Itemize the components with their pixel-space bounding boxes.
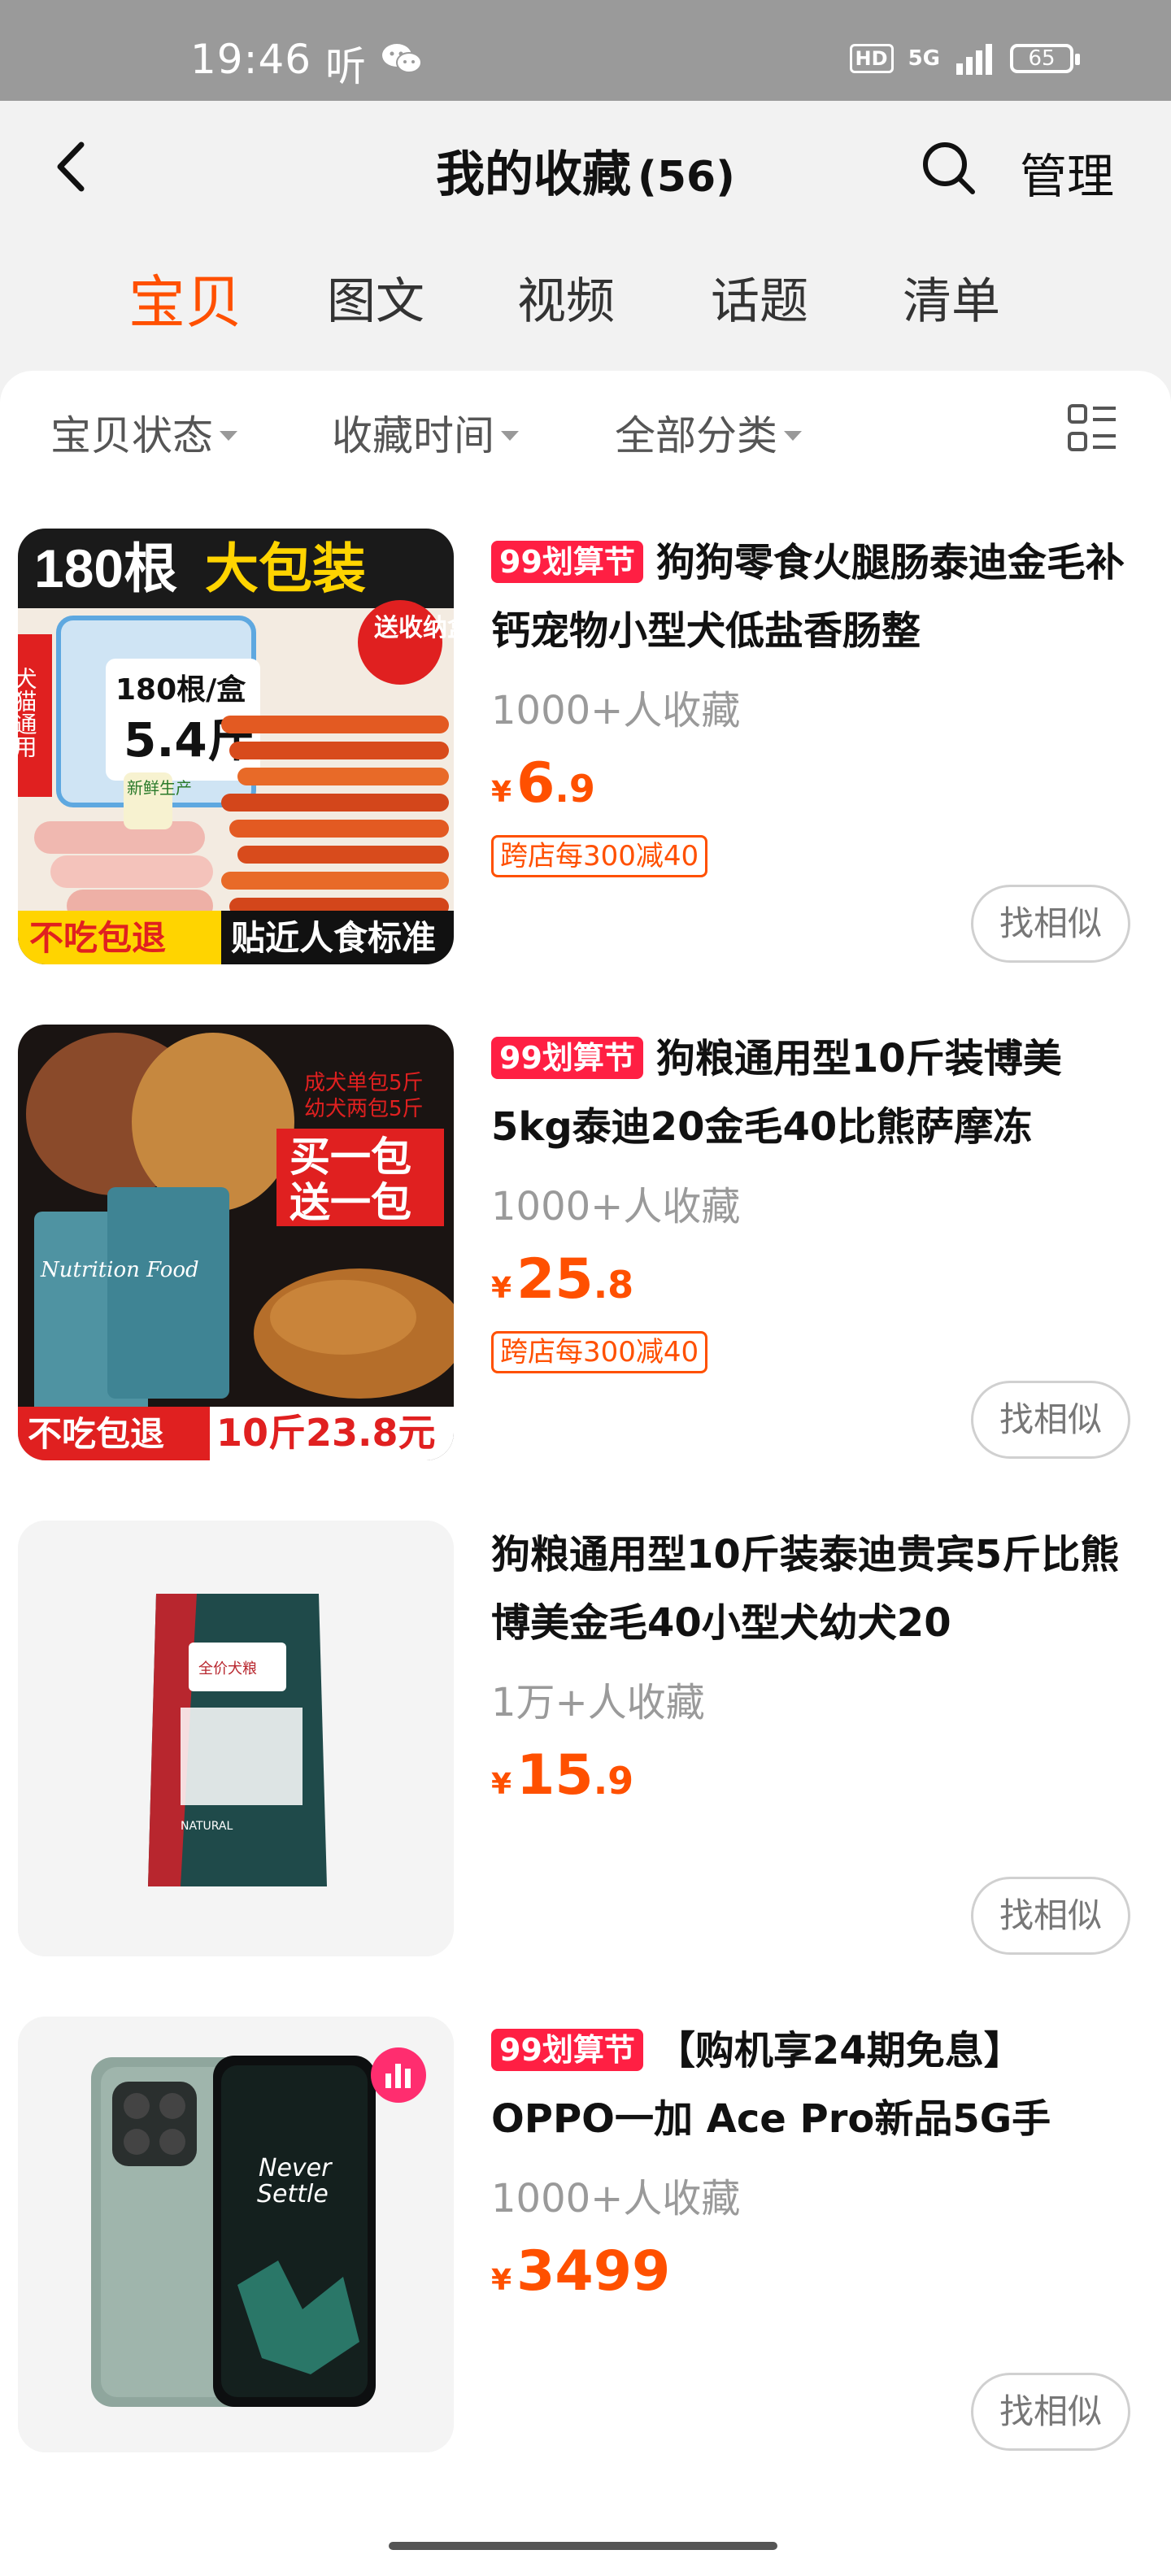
filter-category-label: 全部分类 bbox=[615, 412, 777, 459]
image-fresh-label: 新鲜生产 bbox=[127, 778, 192, 798]
tab-posts[interactable]: 图文 bbox=[327, 262, 424, 333]
coupon-badge: 跨店每300减40 bbox=[491, 835, 708, 877]
favorite-count: 1000+人收藏 bbox=[491, 1184, 741, 1229]
favorite-item[interactable]: 全价犬粮 NATURAL 狗粮通用型10斤装泰迪贵宾5斤比熊博美金毛40小型犬幼… bbox=[0, 1521, 1171, 1976]
item-info: 狗粮通用型10斤装泰迪贵宾5斤比熊博美金毛40小型犬幼犬20 1万+人收藏 ¥1… bbox=[491, 1521, 1142, 1808]
find-similar-button[interactable]: 找相似 bbox=[971, 1877, 1130, 1955]
item-price: ¥3499 bbox=[491, 2239, 1142, 2304]
currency-symbol: ¥ bbox=[491, 1272, 512, 1305]
price-integer: 3499 bbox=[516, 2239, 671, 2304]
signal-icon bbox=[956, 44, 992, 75]
favorite-count: 1万+人收藏 bbox=[491, 1680, 705, 1725]
price-decimal: .9 bbox=[555, 767, 595, 811]
coupon-badge: 跨店每300减40 bbox=[491, 1331, 708, 1373]
page-title: 我的收藏 (56) bbox=[0, 135, 1171, 206]
currency-symbol: ¥ bbox=[491, 2264, 512, 2297]
price-decimal: .9 bbox=[593, 1759, 634, 1803]
price-integer: 15 bbox=[516, 1743, 594, 1808]
image-promo2: 送一包 bbox=[289, 1179, 411, 1226]
caret-down-icon bbox=[784, 430, 802, 441]
image-bottom-right: 贴近人食标准 bbox=[231, 918, 436, 958]
filter-fav-time[interactable]: 收藏时间 bbox=[332, 403, 519, 462]
search-icon[interactable] bbox=[919, 138, 977, 197]
currency-symbol: ¥ bbox=[491, 776, 512, 809]
caret-down-icon bbox=[220, 430, 237, 441]
filter-item-status-label: 宝贝状态 bbox=[50, 412, 213, 459]
image-bag-label: 全价犬粮 bbox=[198, 1660, 257, 1677]
tab-items[interactable]: 宝贝 bbox=[128, 257, 242, 339]
hd-icon: HD bbox=[849, 44, 894, 73]
image-note1: 成犬单包5斤 bbox=[304, 1071, 424, 1095]
filter-bar: 宝贝状态 收藏时间 全部分类 bbox=[0, 403, 1171, 468]
image-headline-b: 大包装 bbox=[205, 537, 366, 600]
find-similar-button[interactable]: 找相似 bbox=[971, 885, 1130, 963]
image-screen-line1: Never bbox=[259, 2154, 333, 2182]
tab-videos[interactable]: 视频 bbox=[517, 262, 615, 333]
image-side-label: 犬猫通用 bbox=[18, 667, 38, 758]
image-screen-line2: Settle bbox=[257, 2180, 329, 2208]
image-headline-a: 180根 bbox=[34, 538, 177, 598]
image-bag-brand: Nutrition Food bbox=[40, 1258, 199, 1282]
image-bag-bottom: NATURAL bbox=[181, 1820, 233, 1833]
price-decimal: .8 bbox=[593, 1263, 634, 1307]
image-bottom-left: 不吃包退 bbox=[29, 918, 166, 958]
find-similar-button[interactable]: 找相似 bbox=[971, 1381, 1130, 1459]
home-indicator[interactable] bbox=[389, 2542, 777, 2550]
image-box-line1: 180根/盒 bbox=[115, 673, 246, 707]
image-badge: 送收纳盒 bbox=[374, 614, 454, 642]
caret-down-icon bbox=[501, 430, 519, 441]
filter-category[interactable]: 全部分类 bbox=[615, 403, 802, 462]
find-similar-button[interactable]: 找相似 bbox=[971, 2373, 1130, 2451]
status-time: 19:46 bbox=[190, 36, 312, 83]
battery-icon: 65 bbox=[1010, 44, 1080, 73]
item-info: 99划算节 狗狗零食火腿肠泰迪金毛补钙宠物小型犬低盐香肠整 1000+人收藏 ¥6… bbox=[491, 529, 1142, 877]
item-title[interactable]: 99划算节 【购机享24期免息】OPPO一加 Ace Pro新品5G手 bbox=[491, 2017, 1142, 2153]
item-title[interactable]: 99划算节 狗狗零食火腿肠泰迪金毛补钙宠物小型犬低盐香肠整 bbox=[491, 529, 1142, 665]
item-price: ¥6.9 bbox=[491, 751, 1142, 816]
currency-symbol: ¥ bbox=[491, 1768, 512, 1801]
item-info: 99划算节 【购机享24期免息】OPPO一加 Ace Pro新品5G手 1000+… bbox=[491, 2017, 1142, 2304]
network-type: 5G bbox=[908, 46, 940, 71]
page-title-text: 我的收藏 bbox=[436, 146, 632, 203]
image-note2: 幼犬两包5斤 bbox=[304, 1097, 424, 1121]
item-title[interactable]: 99划算节 狗粮通用型10斤装博美5kg泰迪20金毛40比熊萨摩冻 bbox=[491, 1025, 1142, 1161]
item-price: ¥25.8 bbox=[491, 1247, 1142, 1312]
filter-fav-time-label: 收藏时间 bbox=[332, 412, 494, 459]
favorite-item[interactable]: Never Settle 99划算节 【购机享24期免息】OPPO一加 Ace P… bbox=[0, 2017, 1171, 2472]
favorite-count: 1000+人收藏 bbox=[491, 688, 741, 733]
product-image[interactable]: Nutrition Food 成犬单包5斤 幼犬两包5斤 买一包 送一包 不吃包… bbox=[18, 1025, 454, 1460]
promo-tag: 99划算节 bbox=[491, 1037, 643, 1079]
image-promo1: 买一包 bbox=[289, 1134, 411, 1181]
item-title[interactable]: 狗粮通用型10斤装泰迪贵宾5斤比熊博美金毛40小型犬幼犬20 bbox=[491, 1521, 1142, 1657]
promo-tag: 99划算节 bbox=[491, 2029, 643, 2071]
favorite-item[interactable]: Nutrition Food 成犬单包5斤 幼犬两包5斤 买一包 送一包 不吃包… bbox=[0, 1025, 1171, 1480]
filter-item-status[interactable]: 宝贝状态 bbox=[50, 403, 237, 462]
tab-lists[interactable]: 清单 bbox=[903, 262, 1000, 333]
favorite-item[interactable]: 180根 大包装 犬猫通用 180根/盒 5.4斤 送收纳盒 bbox=[0, 529, 1171, 984]
item-title-text: 狗粮通用型10斤装泰迪贵宾5斤比熊博美金毛40小型犬幼犬20 bbox=[491, 1532, 1120, 1646]
manage-button[interactable]: 管理 bbox=[1020, 138, 1114, 207]
product-image[interactable]: 180根 大包装 犬猫通用 180根/盒 5.4斤 送收纳盒 bbox=[18, 529, 454, 964]
image-bottom-left: 不吃包退 bbox=[28, 1414, 164, 1454]
price-integer: 6 bbox=[516, 751, 555, 816]
wechat-icon bbox=[382, 44, 422, 73]
tab-topics[interactable]: 话题 bbox=[711, 262, 808, 333]
listen-icon: 听 bbox=[325, 43, 366, 90]
list-view-toggle-icon[interactable] bbox=[1067, 403, 1117, 454]
price-integer: 25 bbox=[516, 1247, 594, 1312]
item-price: ¥15.9 bbox=[491, 1743, 1142, 1808]
product-image[interactable]: 全价犬粮 NATURAL bbox=[18, 1521, 454, 1956]
promo-tag: 99划算节 bbox=[491, 541, 643, 583]
category-tabs: 宝贝 图文 视频 话题 清单 bbox=[0, 262, 1171, 336]
favorites-count: (56) bbox=[638, 153, 735, 202]
favorite-count: 1000+人收藏 bbox=[491, 2176, 741, 2221]
status-bar: 19:46 听 HD 5G 65 bbox=[0, 0, 1171, 101]
item-info: 99划算节 狗粮通用型10斤装博美5kg泰迪20金毛40比熊萨摩冻 1000+人收… bbox=[491, 1025, 1142, 1373]
product-image[interactable]: Never Settle bbox=[18, 2017, 454, 2452]
image-bottom-right: 10斤23.8元 bbox=[216, 1411, 436, 1455]
